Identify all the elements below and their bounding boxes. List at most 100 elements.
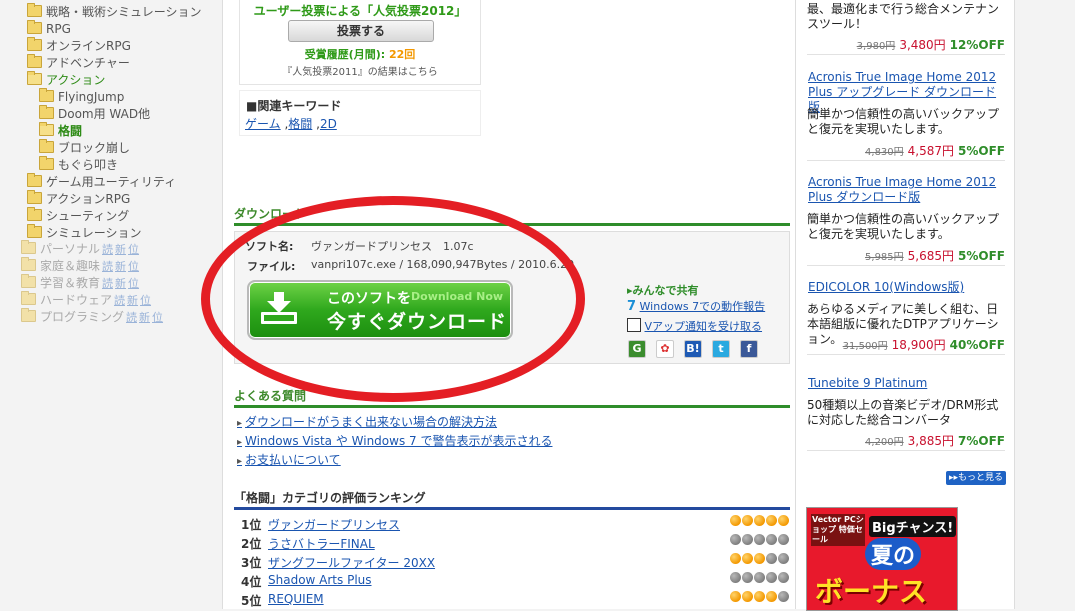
keyword-link-game[interactable]: ゲーム xyxy=(245,117,281,131)
star-icon xyxy=(778,534,789,545)
win7-report-link[interactable]: Windows 7での動作報告 xyxy=(640,300,766,313)
sidebar-sort-link[interactable]: 位 xyxy=(152,311,163,324)
sidebar-top-category-label: パーソナル xyxy=(40,242,101,256)
facebook-icon[interactable]: f xyxy=(740,340,758,358)
rating-stars xyxy=(729,572,789,586)
sidebar-top-category[interactable]: プログラミング読新位 xyxy=(21,308,163,326)
sidebar-sort-link[interactable]: 読 xyxy=(102,260,113,273)
faq-link[interactable]: お支払いについて xyxy=(237,451,341,468)
sidebar-sort-link[interactable]: 新 xyxy=(115,260,126,273)
sidebar-category-item[interactable]: シューティング xyxy=(27,207,129,225)
summer-bonus-sale-banner[interactable]: Vector PCショップ 特価セール Bigチャンス! 夏の ボーナス xyxy=(806,507,958,611)
sidebar-category-item[interactable]: ブロック崩し xyxy=(39,139,130,157)
more-products-button[interactable]: ▸▸もっと見る xyxy=(946,471,1006,485)
folder-icon xyxy=(21,291,36,305)
keyword-link-2d[interactable]: 2D xyxy=(320,117,337,131)
sidebar-category-item[interactable]: 格闘 xyxy=(39,122,83,140)
star-icon xyxy=(742,591,753,602)
sidebar-sort-link[interactable]: 新 xyxy=(115,277,126,290)
sidebar-category-item[interactable]: もぐら叩き xyxy=(39,156,118,174)
delicious-icon[interactable]: ✿ xyxy=(656,340,674,358)
product-price-row: 4,830円 4,587円 5%OFF xyxy=(807,142,1005,161)
ranking-software-link[interactable]: うさバトラーFINAL xyxy=(268,535,375,552)
sidebar-sort-link[interactable]: 位 xyxy=(128,260,139,273)
sidebar-category-item[interactable]: アクションRPG xyxy=(27,190,130,208)
keyword-separator: , xyxy=(312,117,320,131)
product-title-link[interactable]: EDICOLOR 10(Windows版) xyxy=(808,280,1004,295)
sidebar-sort-link[interactable]: 位 xyxy=(128,243,139,256)
checkbox-icon[interactable] xyxy=(627,318,641,332)
sidebar-category-item[interactable]: シミュレーション xyxy=(27,224,142,242)
sidebar-sort-link[interactable]: 読 xyxy=(114,294,125,307)
folder-icon xyxy=(21,308,36,322)
faq-link[interactable]: ダウンロードがうまく出来ない場合の解決方法 xyxy=(237,413,497,430)
sidebar-category-item[interactable]: FlyingJump xyxy=(39,88,124,106)
star-icon xyxy=(754,553,765,564)
folder-icon xyxy=(27,3,42,17)
sidebar-sort-link[interactable]: 読 xyxy=(102,243,113,256)
keyword-link-fighting[interactable]: 格闘 xyxy=(288,117,312,131)
folder-icon xyxy=(27,224,42,238)
ranking-software-link[interactable]: ヴァンガードプリンセス xyxy=(268,516,400,533)
sidebar-top-category[interactable]: 学習＆教育読新位 xyxy=(21,274,139,292)
sidebar-category-item[interactable]: RPG xyxy=(27,20,71,38)
rating-stars xyxy=(729,553,789,567)
star-icon xyxy=(754,591,765,602)
sidebar-top-category[interactable]: 家庭＆趣味読新位 xyxy=(21,257,139,275)
download-arrow-icon xyxy=(261,292,297,324)
ranking-position: 3位 xyxy=(241,556,262,570)
rating-stars xyxy=(729,515,789,529)
ranking-software-link[interactable]: ザングフールファイター 20XX xyxy=(268,554,435,571)
update-notice-link[interactable]: Vアップ通知を受け取る xyxy=(645,320,763,333)
prev-vote-result-link[interactable]: 『人気投票2011』の結果はこちら xyxy=(240,63,480,78)
sidebar-top-category[interactable]: ハードウェア読新位 xyxy=(21,291,151,309)
product-price-row: 5,985円 5,685円 5%OFF xyxy=(807,247,1005,266)
original-price: 3,980円 xyxy=(856,41,896,52)
sidebar-category-item[interactable]: 戦略・戦術シミュレーション xyxy=(27,3,202,21)
sidebar-sort-link[interactable]: 位 xyxy=(140,294,151,307)
sidebar-sort-link[interactable]: 新 xyxy=(127,294,138,307)
vote-button[interactable]: 投票する xyxy=(288,20,434,42)
sidebar-top-category[interactable]: パーソナル読新位 xyxy=(21,240,139,258)
ranking-software-link[interactable]: Shadow Arts Plus xyxy=(268,573,372,587)
sidebar-category-item[interactable]: アドベンチャー xyxy=(27,54,130,72)
star-icon xyxy=(778,572,789,583)
folder-icon xyxy=(39,156,54,170)
sidebar-category-item[interactable]: Doom用 WAD他 xyxy=(39,105,150,123)
discount-percent: 12%OFF xyxy=(949,38,1005,52)
original-price: 4,200円 xyxy=(865,437,904,448)
product-price-row: 3,980円 3,480円 12%OFF xyxy=(807,36,1005,55)
sidebar-top-category-label: 家庭＆趣味 xyxy=(40,259,101,273)
faq-link[interactable]: Windows Vista や Windows 7 で警告表示が表示される xyxy=(237,432,552,449)
download-now-button[interactable]: このソフトを Download Now 今すぐダウンロード xyxy=(247,280,513,340)
sidebar-sort-link[interactable]: 新 xyxy=(139,311,150,324)
ranking-software-link[interactable]: REQUIEM xyxy=(268,592,324,606)
download-box: ソフト名: ヴァンガードプリンセス 1.07c ファイル: vanpri107c… xyxy=(234,231,790,364)
product-description: 簡単かつ信頼性の高いバックアップと復元を実現いたします。 xyxy=(807,212,1000,241)
google-bookmark-icon[interactable]: G xyxy=(628,340,646,358)
sidebar-category-label: アクション xyxy=(46,73,106,87)
ranking-position: 4位 xyxy=(241,575,262,589)
sidebar-top-category-label: 学習＆教育 xyxy=(40,276,101,290)
hatena-bookmark-icon[interactable]: B! xyxy=(684,340,702,358)
ranking-row: 1位 ヴァンガードプリンセス xyxy=(241,514,789,533)
original-price: 31,500円 xyxy=(842,341,888,352)
sidebar-category-item[interactable]: ゲーム用ユーティリティ xyxy=(27,173,176,191)
star-icon xyxy=(754,572,765,583)
product-title-link[interactable]: Acronis True Image Home 2012 Plus ダウンロード… xyxy=(808,175,1004,205)
twitter-icon[interactable]: t xyxy=(712,340,730,358)
sidebar-sort-link[interactable]: 位 xyxy=(128,277,139,290)
product-title-link[interactable]: Tunebite 9 Platinum xyxy=(808,376,1004,391)
product-description: 簡単かつ信頼性の高いバックアップと復元を実現いたします。 xyxy=(807,107,1000,136)
sidebar-sort-link[interactable]: 新 xyxy=(115,243,126,256)
sidebar-category-label: オンラインRPG xyxy=(46,39,131,53)
sidebar-sort-link[interactable]: 読 xyxy=(126,311,137,324)
folder-icon xyxy=(39,105,54,119)
sidebar-category-label: 格闘 xyxy=(58,124,83,138)
sidebar-category-item[interactable]: オンラインRPG xyxy=(27,37,131,55)
sale-price: 3,885円 xyxy=(907,434,955,448)
sidebar-category-item[interactable]: アクション xyxy=(27,71,106,89)
main-content: ユーザー投票による「人気投票2012」 投票する 受賞履歴(月間): 22回 『… xyxy=(222,0,796,609)
windows7-icon: 7 xyxy=(627,299,637,314)
sidebar-sort-link[interactable]: 読 xyxy=(102,277,113,290)
